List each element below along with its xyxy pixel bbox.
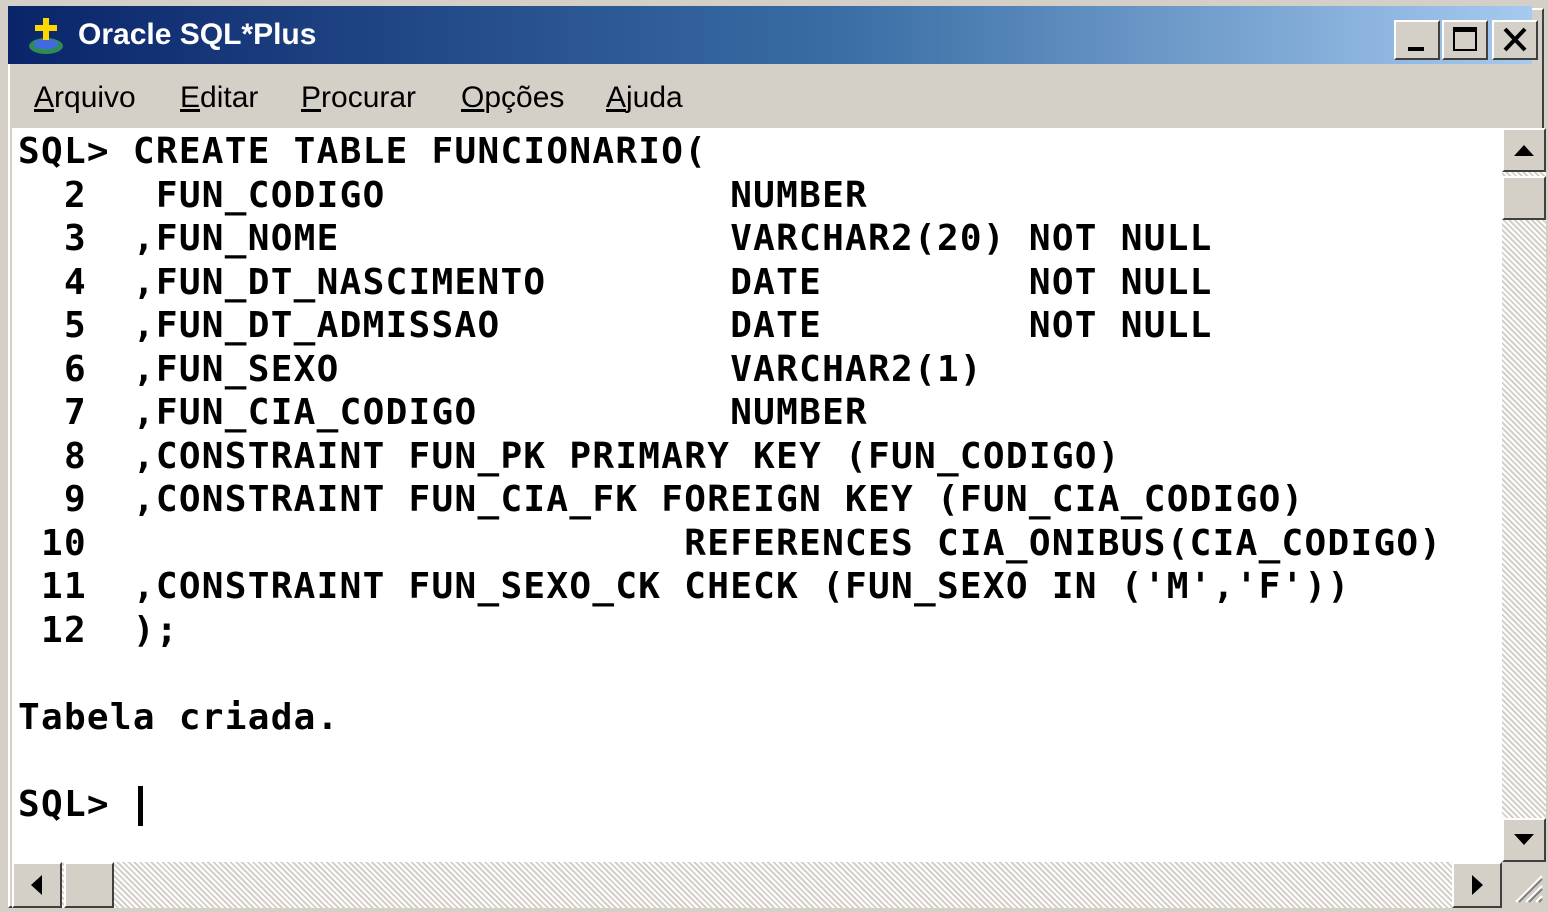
status-message: Tabela criada. xyxy=(18,697,340,738)
scroll-down-button[interactable] xyxy=(1502,818,1546,862)
window-title: Oracle SQL*Plus xyxy=(78,18,317,51)
close-button[interactable] xyxy=(1492,20,1538,60)
arrow-up-icon xyxy=(1514,145,1534,156)
scroll-right-button[interactable] xyxy=(1452,862,1502,908)
vertical-scrollbar[interactable] xyxy=(1502,128,1546,862)
menu-editar[interactable]: Editar xyxy=(180,78,258,118)
menu-procurar[interactable]: Procurar xyxy=(301,78,416,118)
scroll-thumb-vertical[interactable] xyxy=(1502,176,1546,220)
minimize-button[interactable] xyxy=(1394,20,1440,60)
menu-ajuda[interactable]: Ajuda xyxy=(606,78,683,118)
menu-opcoes[interactable]: Opções xyxy=(461,78,564,118)
scroll-left-button[interactable] xyxy=(12,862,62,908)
minimize-icon xyxy=(1408,47,1424,51)
title-bar[interactable]: Oracle SQL*Plus xyxy=(8,6,1538,64)
horizontal-scrollbar[interactable] xyxy=(12,862,1502,908)
menu-arquivo[interactable]: Arquivo xyxy=(34,78,136,118)
resize-grip-icon xyxy=(1515,875,1543,903)
console-line: 12 ); xyxy=(18,610,179,651)
console-line: 11 ,CONSTRAINT FUN_SEXO_CK CHECK (FUN_SE… xyxy=(18,566,1351,607)
maximize-button[interactable] xyxy=(1442,20,1488,60)
close-icon xyxy=(1503,27,1527,52)
console-line: 3 ,FUN_NOME VARCHAR2(20) NOT NULL xyxy=(18,218,1213,259)
text-cursor xyxy=(138,786,143,826)
arrow-right-icon xyxy=(1472,875,1483,895)
arrow-left-icon xyxy=(31,875,42,895)
console-line: 5 ,FUN_DT_ADMISSAO DATE NOT NULL xyxy=(18,305,1213,346)
console-line: 9 ,CONSTRAINT FUN_CIA_FK FOREIGN KEY (FU… xyxy=(18,479,1305,520)
arrow-down-icon xyxy=(1514,834,1534,845)
maximize-icon xyxy=(1453,27,1477,51)
scroll-up-button[interactable] xyxy=(1502,128,1546,172)
console-line: 10 REFERENCES CIA_ONIBUS(CIA_CODIGO) xyxy=(18,523,1443,564)
console-line: SQL> CREATE TABLE FUNCIONARIO( xyxy=(18,131,708,172)
oracle-sqlplus-icon[interactable] xyxy=(26,16,70,56)
console-line: 7 ,FUN_CIA_CODIGO NUMBER xyxy=(18,392,869,433)
console-line: 4 ,FUN_DT_NASCIMENTO DATE NOT NULL xyxy=(18,262,1213,303)
resize-grip[interactable] xyxy=(1502,862,1546,908)
console-line: 6 ,FUN_SEXO VARCHAR2(1) xyxy=(18,349,983,390)
console-line: 8 ,CONSTRAINT FUN_PK PRIMARY KEY (FUN_CO… xyxy=(18,436,1121,477)
menu-bar: Arquivo Editar Procurar Opções Ajuda xyxy=(8,72,1532,126)
console-line: 2 FUN_CODIGO NUMBER xyxy=(18,175,869,216)
sql-prompt: SQL> xyxy=(18,784,133,825)
console-output[interactable]: SQL> CREATE TABLE FUNCIONARIO( 2 FUN_COD… xyxy=(12,128,1502,862)
scroll-thumb-horizontal[interactable] xyxy=(64,862,114,908)
